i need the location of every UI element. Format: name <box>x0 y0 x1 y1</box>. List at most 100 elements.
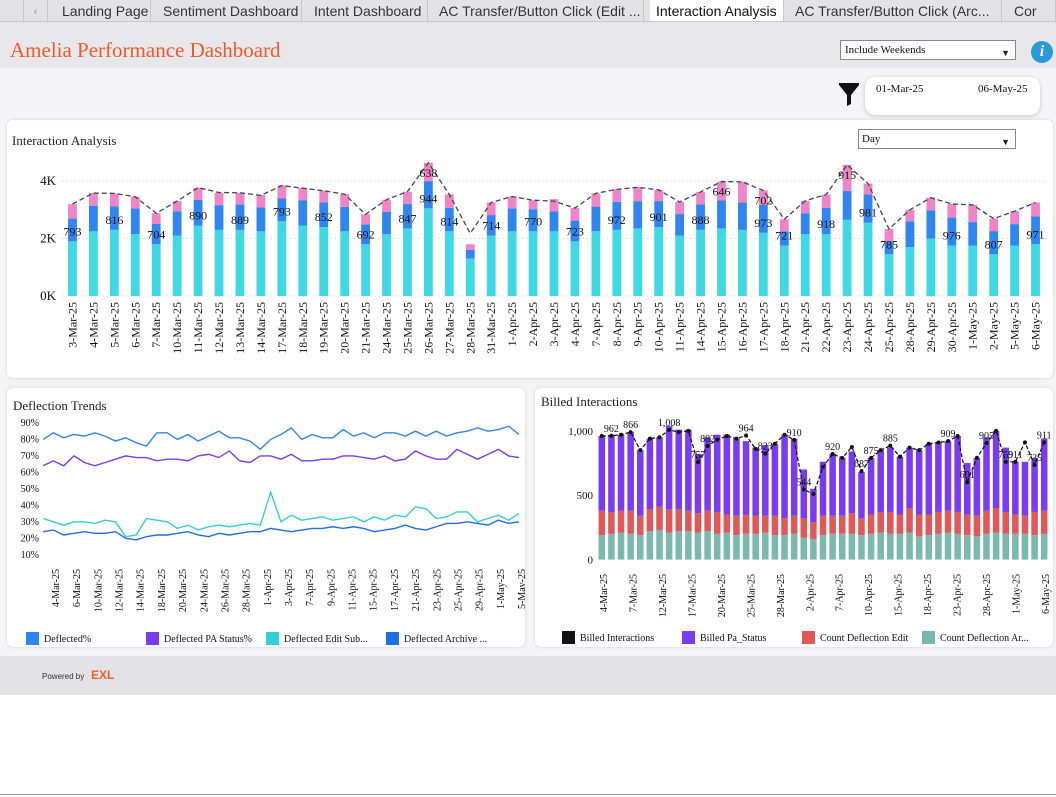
bar-segment <box>733 515 740 536</box>
info-icon[interactable]: i <box>1031 41 1053 63</box>
date-range-filter[interactable]: 01-Mar-25 06-May-25 <box>865 77 1040 115</box>
bar-segment <box>694 513 702 533</box>
bar-segment <box>340 194 350 207</box>
divider <box>0 794 1056 795</box>
bar-segment <box>738 202 747 230</box>
bar-segment <box>507 196 517 209</box>
legend-deflected-edit[interactable]: Deflected Edit Sub... <box>266 632 368 645</box>
chevron-left-icon[interactable]: ‹ <box>24 0 48 21</box>
tab-bar: ‹ Landing Page Sentiment Dashboard Inten… <box>0 0 1056 22</box>
legend-deflected-archive[interactable]: Deflected Archive ... <box>386 632 487 645</box>
bar-segment <box>800 518 808 538</box>
series-line <box>42 519 520 541</box>
x-tick-label: 23-Apr-25 <box>953 574 964 616</box>
bar-segment <box>256 207 266 232</box>
bar-segment <box>800 234 810 296</box>
x-tick-label: 4-Mar-25 <box>599 574 610 612</box>
bar-segment <box>665 425 673 510</box>
bar-segment <box>781 434 788 519</box>
tab-intent-dashboard[interactable]: Intent Dashboard <box>308 0 428 21</box>
legend-swatch <box>146 632 159 645</box>
data-label: 944 <box>419 191 437 205</box>
x-tick-label: 21-Mar-25 <box>359 302 373 354</box>
x-tick-label: 14-Mar-25 <box>136 569 147 612</box>
x-tick-label: 24-Mar-25 <box>199 569 210 612</box>
date-start[interactable]: 01-Mar-25 <box>876 83 923 95</box>
x-tick-label: 23-Apr-25 <box>840 302 854 352</box>
x-tick-label: 14-Apr-25 <box>694 302 708 352</box>
bar-segment <box>656 506 663 530</box>
scroll-left-button[interactable] <box>0 0 24 21</box>
x-tick-label: 15-Apr-25 <box>369 569 380 611</box>
data-label: 646 <box>712 185 730 199</box>
weekend-select[interactable]: Include Weekends ▼ <box>840 40 1016 60</box>
legend-billed-interactions[interactable]: Billed Interactions <box>562 631 654 644</box>
x-tick-label: 11-Mar-25 <box>191 302 205 353</box>
y-tick-label: 2K <box>40 231 57 246</box>
bar-segment <box>915 514 923 537</box>
date-end[interactable]: 06-May-25 <box>978 83 1028 95</box>
data-label: 910 <box>787 428 802 439</box>
bar-segment <box>1012 533 1019 560</box>
bar-segment <box>1012 461 1019 515</box>
data-label: 704 <box>147 227 165 241</box>
x-tick-label: 7-Apr-25 <box>589 302 603 346</box>
funnel-icon[interactable] <box>838 83 860 107</box>
bar-segment <box>926 210 936 239</box>
tab-cor[interactable]: Cor <box>1008 0 1056 21</box>
bar-segment <box>858 535 865 560</box>
bar-segment <box>935 442 942 512</box>
bar-segment <box>172 235 182 296</box>
bar-segment <box>612 189 622 202</box>
x-tick-label: 25-Mar-25 <box>400 302 414 354</box>
data-label: 875 <box>864 446 879 457</box>
data-label: 905 <box>979 431 994 442</box>
x-tick-label: 7-Mar-25 <box>149 302 163 348</box>
tab-interaction-analysis[interactable]: Interaction Analysis <box>650 0 784 21</box>
billed-point <box>974 455 979 460</box>
bar-segment <box>549 231 559 296</box>
bar-segment <box>319 190 329 203</box>
bar-segment <box>906 508 913 533</box>
data-label: 981 <box>859 206 877 220</box>
tab-sentiment-dashboard[interactable]: Sentiment Dashboard <box>157 0 302 21</box>
x-tick-label: 5-Mar-25 <box>107 302 121 348</box>
legend-count-deflection-archive[interactable]: Count Deflection Ar... <box>922 631 1029 644</box>
bar-segment <box>627 432 634 511</box>
legend-deflected-pa-status[interactable]: Deflected PA Status% <box>146 632 252 645</box>
bar-segment <box>685 531 692 560</box>
bar-segment <box>821 234 831 296</box>
bar-segment <box>235 229 245 296</box>
bar-segment <box>905 247 915 296</box>
billed-point <box>657 435 662 440</box>
bar-segment <box>925 443 933 515</box>
x-tick-label: 29-Apr-25 <box>475 569 486 611</box>
data-label: 823 <box>758 442 773 453</box>
data-label: 702 <box>754 193 772 207</box>
bar-segment <box>591 206 601 232</box>
legend-swatch <box>802 631 815 644</box>
billed-point <box>647 436 652 441</box>
bar-segment <box>887 511 894 534</box>
data-label: 972 <box>608 213 626 227</box>
data-label: 973 <box>754 216 772 230</box>
legend-deflected[interactable]: Deflected% <box>26 632 91 645</box>
bar-segment <box>675 214 685 236</box>
legend-billed-pa-status[interactable]: Billed Pa_Status <box>682 631 766 644</box>
legend-count-deflection-edit[interactable]: Count Deflection Edit <box>802 631 908 644</box>
bar-segment <box>1012 514 1019 534</box>
data-label: 890 <box>189 209 207 223</box>
tab-ac-transfer-edit[interactable]: AC Transfer/Button Click (Edit ... <box>433 0 644 21</box>
bar-segment <box>1021 461 1029 516</box>
bar-segment <box>884 254 894 296</box>
tab-ac-transfer-archive[interactable]: AC Transfer/Button Click (Arc... <box>789 0 1002 21</box>
bar-segment <box>819 461 827 516</box>
tab-landing-page[interactable]: Landing Page <box>56 0 151 21</box>
x-tick-label: 6-May-25 <box>1029 302 1043 350</box>
x-tick-label: 18-Mar-25 <box>157 569 168 612</box>
bar-segment <box>935 533 942 560</box>
bar-segment <box>896 533 904 560</box>
billed-point <box>619 432 624 437</box>
bar-segment <box>842 191 852 220</box>
bar-segment <box>723 532 731 560</box>
